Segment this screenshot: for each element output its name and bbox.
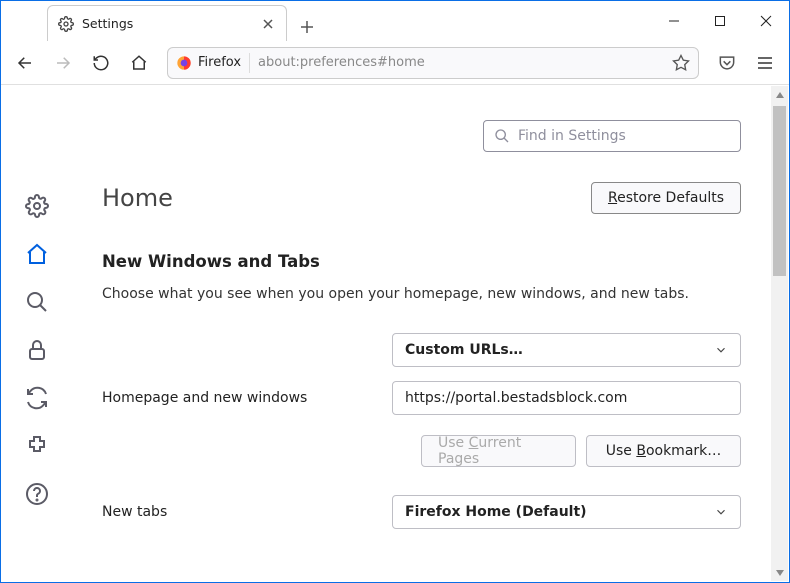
gear-icon xyxy=(58,16,74,32)
new-tab-button[interactable] xyxy=(293,13,321,41)
nav-toolbar: Firefox about:preferences#home xyxy=(1,41,789,85)
browser-tab[interactable]: Settings xyxy=(47,5,287,41)
tab-title: Settings xyxy=(82,16,252,31)
page-heading: Home xyxy=(102,184,173,212)
use-current-pages-button[interactable]: Use Current Pages xyxy=(421,435,576,467)
separator xyxy=(249,53,250,73)
homepage-url-input[interactable] xyxy=(392,381,741,415)
section-description: Choose what you see when you open your h… xyxy=(102,285,741,305)
category-sidebar xyxy=(2,86,72,581)
chevron-down-icon xyxy=(714,343,728,357)
app-menu-button[interactable] xyxy=(749,47,781,79)
sidebar-home-icon[interactable] xyxy=(25,242,49,266)
search-settings-input[interactable]: Find in Settings xyxy=(483,120,741,152)
sidebar-extensions-icon[interactable] xyxy=(25,434,49,458)
select-value: Custom URLs… xyxy=(405,342,523,358)
scroll-down-button[interactable] xyxy=(771,564,788,581)
url-text[interactable]: about:preferences#home xyxy=(258,55,664,70)
sidebar-general-icon[interactable] xyxy=(25,194,49,218)
main-panel: Find in Settings Home Restore Defaults N… xyxy=(72,86,771,581)
homepage-mode-select[interactable]: Custom URLs… xyxy=(392,333,741,367)
window-controls xyxy=(651,1,789,41)
sidebar-sync-icon[interactable] xyxy=(25,386,49,410)
homepage-label: Homepage and new windows xyxy=(102,390,372,406)
bookmark-star-icon[interactable] xyxy=(672,54,690,72)
tab-strip: Settings xyxy=(1,1,651,41)
sidebar-search-icon[interactable] xyxy=(25,290,49,314)
close-icon[interactable] xyxy=(260,16,276,32)
forward-button[interactable] xyxy=(47,47,79,79)
use-bookmark-button[interactable]: Use Bookmark… xyxy=(586,435,741,467)
section-title: New Windows and Tabs xyxy=(102,252,741,271)
sidebar-privacy-icon[interactable] xyxy=(25,338,49,362)
newtabs-mode-select[interactable]: Firefox Home (Default) xyxy=(392,495,741,529)
url-bar[interactable]: Firefox about:preferences#home xyxy=(167,47,699,79)
preferences-content: Find in Settings Home Restore Defaults N… xyxy=(2,86,771,581)
identity-label: Firefox xyxy=(198,55,241,70)
close-window-button[interactable] xyxy=(743,1,789,41)
reload-button[interactable] xyxy=(85,47,117,79)
scroll-up-button[interactable] xyxy=(771,86,788,103)
home-button[interactable] xyxy=(123,47,155,79)
firefox-logo-icon xyxy=(176,55,192,71)
newtabs-label: New tabs xyxy=(102,504,372,520)
select-value: Firefox Home (Default) xyxy=(405,504,587,520)
minimize-button[interactable] xyxy=(651,1,697,41)
vertical-scrollbar[interactable] xyxy=(771,86,788,581)
maximize-button[interactable] xyxy=(697,1,743,41)
chevron-down-icon xyxy=(714,505,728,519)
search-placeholder: Find in Settings xyxy=(518,128,626,144)
titlebar: Settings xyxy=(1,1,789,41)
scrollbar-thumb[interactable] xyxy=(773,106,786,276)
save-to-pocket-button[interactable] xyxy=(711,47,743,79)
restore-defaults-button[interactable]: Restore Defaults xyxy=(591,182,741,214)
back-button[interactable] xyxy=(9,47,41,79)
sidebar-help-icon[interactable] xyxy=(25,482,49,506)
site-identity[interactable]: Firefox xyxy=(176,55,241,71)
